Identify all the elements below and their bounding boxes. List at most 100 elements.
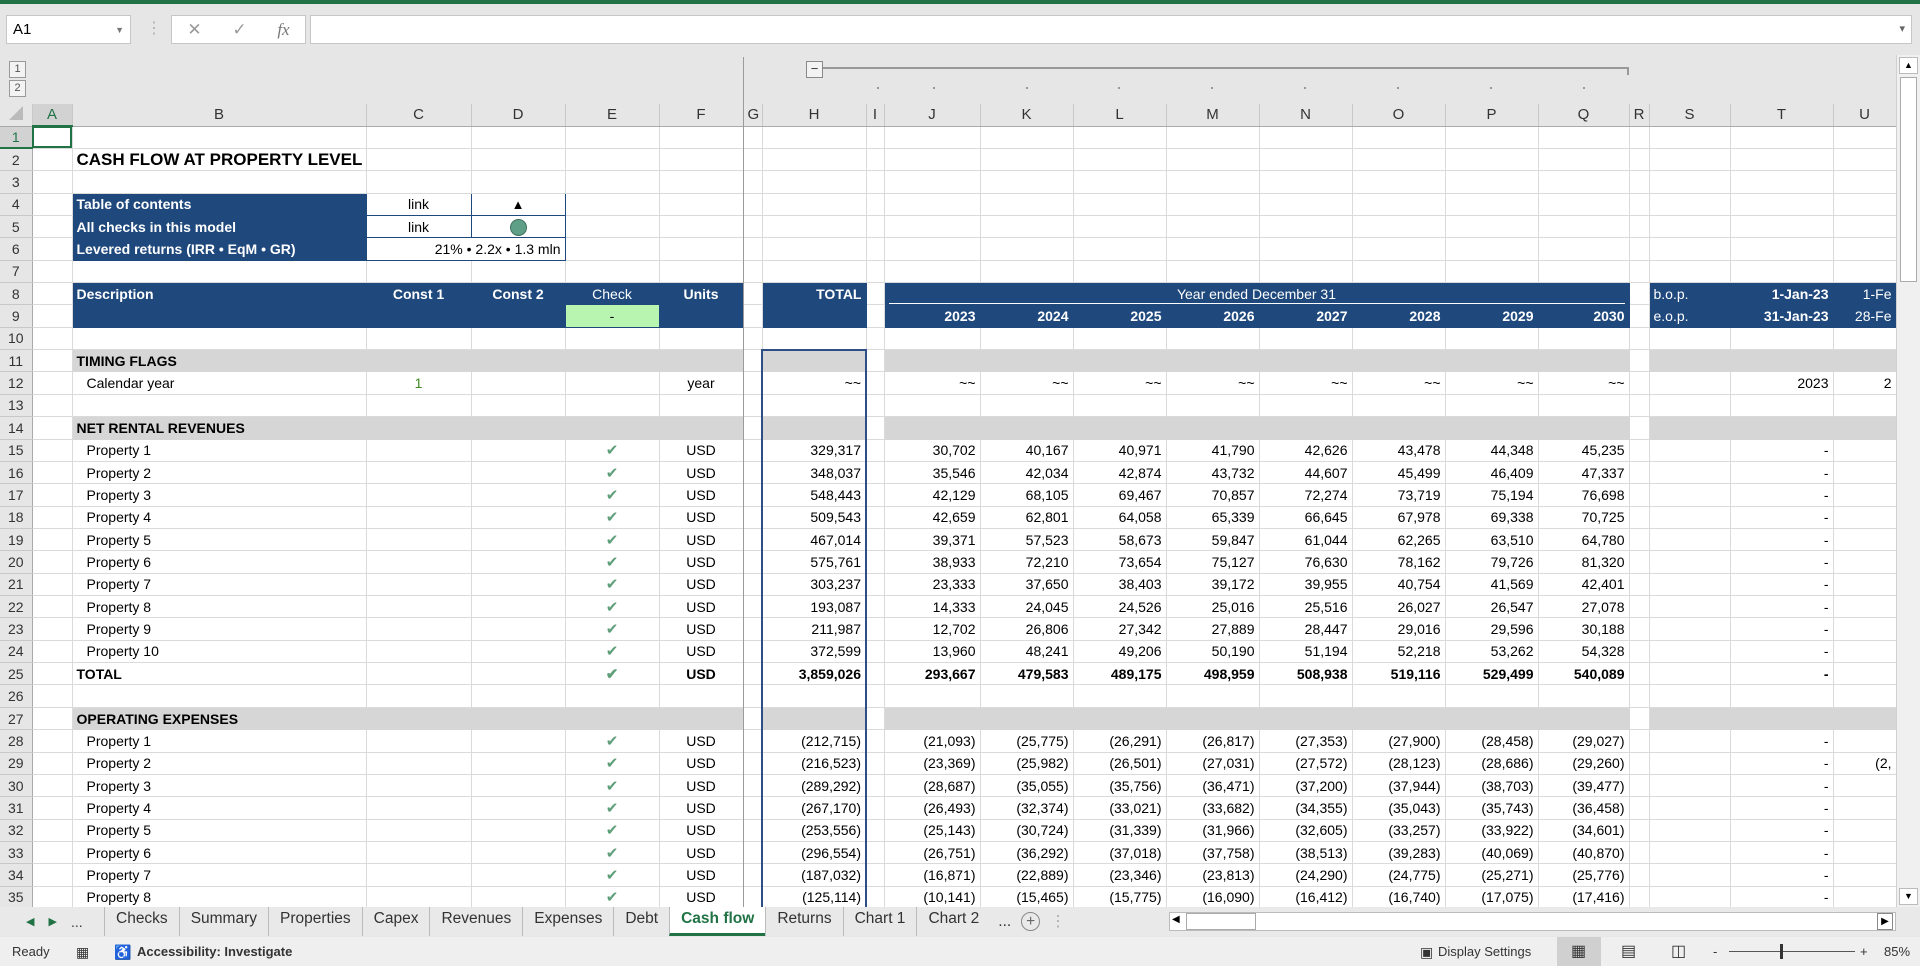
cell-I15[interactable]: [866, 439, 885, 462]
cell-P26[interactable]: [1445, 684, 1539, 708]
cell-H2[interactable]: [762, 148, 867, 172]
cell-A21[interactable]: [32, 573, 73, 597]
cell-B23[interactable]: Property 9: [72, 617, 367, 641]
sheet-tab-returns[interactable]: Returns: [765, 907, 842, 936]
cell-P11[interactable]: [1445, 349, 1539, 373]
cell-T5[interactable]: [1730, 215, 1834, 239]
row-header-32[interactable]: 32: [0, 819, 33, 843]
cell-N9[interactable]: 2027: [1259, 304, 1353, 328]
cell-U20[interactable]: [1833, 550, 1896, 574]
cell-H35[interactable]: (125,114): [761, 886, 867, 907]
cell-D20[interactable]: [471, 550, 566, 574]
cell-Q33[interactable]: (40,870): [1538, 841, 1630, 865]
cell-U25[interactable]: [1833, 662, 1896, 686]
cell-M7[interactable]: [1166, 260, 1260, 284]
cell-I1[interactable]: [866, 126, 885, 149]
add-sheet-button[interactable]: +: [1021, 912, 1041, 931]
cell-M30[interactable]: (36,471): [1166, 774, 1260, 798]
cell-K27[interactable]: [980, 707, 1074, 731]
row-header-1[interactable]: 1: [0, 126, 33, 150]
cell-O6[interactable]: [1352, 237, 1446, 261]
cell-T7[interactable]: [1730, 260, 1834, 284]
cell-R23[interactable]: [1629, 617, 1650, 641]
cell-S24[interactable]: [1649, 640, 1731, 664]
cell-H26[interactable]: [761, 684, 867, 708]
cell-U14[interactable]: [1833, 416, 1896, 440]
cell-B8[interactable]: Description: [72, 282, 367, 306]
cell-P9[interactable]: 2029: [1445, 304, 1539, 328]
column-header-N[interactable]: N: [1259, 104, 1353, 127]
cell-S30[interactable]: [1649, 774, 1731, 798]
cell-M26[interactable]: [1166, 684, 1260, 708]
cell-H20[interactable]: 575,761: [761, 550, 867, 574]
zoom-out-button[interactable]: -: [1713, 944, 1717, 959]
cell-E34[interactable]: ✔: [565, 863, 660, 887]
cell-K33[interactable]: (36,292): [980, 841, 1074, 865]
cell-P22[interactable]: 26,547: [1445, 595, 1539, 619]
accessibility-status[interactable]: Accessibility: Investigate: [137, 944, 292, 959]
cell-M2[interactable]: [1166, 148, 1260, 172]
cell-M24[interactable]: 50,190: [1166, 640, 1260, 664]
cell-M27[interactable]: [1166, 707, 1260, 731]
cell-L4[interactable]: [1073, 193, 1167, 216]
column-header-G[interactable]: G: [743, 104, 763, 127]
cell-R31[interactable]: [1629, 796, 1650, 820]
cell-P30[interactable]: (38,703): [1445, 774, 1539, 798]
cell-H19[interactable]: 467,014: [761, 528, 867, 552]
cell-G26[interactable]: [743, 684, 763, 708]
cell-P34[interactable]: (25,271): [1445, 863, 1539, 887]
cell-S13[interactable]: [1649, 394, 1731, 418]
cell-A19[interactable]: [32, 528, 73, 552]
cell-H27[interactable]: [761, 707, 867, 731]
cell-F15[interactable]: USD: [659, 439, 744, 462]
cell-S16[interactable]: [1649, 461, 1731, 485]
cell-E23[interactable]: ✔: [565, 617, 660, 641]
row-header-23[interactable]: 23: [0, 617, 33, 641]
cell-G23[interactable]: [743, 617, 763, 641]
sheet-tab-cash-flow[interactable]: Cash flow: [669, 907, 766, 936]
formula-input[interactable]: ▾: [310, 15, 1912, 44]
cell-T32[interactable]: -: [1730, 819, 1834, 843]
cell-N29[interactable]: (27,572): [1259, 752, 1353, 775]
cell-L18[interactable]: 64,058: [1073, 506, 1167, 529]
cell-J20[interactable]: 38,933: [884, 550, 981, 574]
sheet-tab-summary[interactable]: Summary: [178, 907, 268, 936]
cell-D28[interactable]: [471, 729, 566, 753]
cell-F8[interactable]: Units: [659, 282, 744, 306]
cell-T22[interactable]: -: [1730, 595, 1834, 619]
cell-M10[interactable]: [1166, 327, 1260, 351]
cell-J25[interactable]: 293,667: [884, 662, 981, 686]
cell-K35[interactable]: (15,465): [980, 886, 1074, 907]
cell-T20[interactable]: -: [1730, 550, 1834, 574]
cell-S10[interactable]: [1649, 327, 1731, 351]
sheet-tab-capex[interactable]: Capex: [361, 907, 430, 936]
cell-E6[interactable]: [565, 237, 660, 261]
cell-S21[interactable]: [1649, 573, 1731, 597]
cell-H24[interactable]: 372,599: [761, 640, 867, 664]
cell-B34[interactable]: Property 7: [72, 863, 367, 887]
cell-S33[interactable]: [1649, 841, 1731, 865]
cell-T28[interactable]: -: [1730, 729, 1834, 753]
cell-L22[interactable]: 24,526: [1073, 595, 1167, 619]
cell-N21[interactable]: 39,955: [1259, 573, 1353, 597]
cell-A14[interactable]: [32, 416, 73, 440]
cell-G15[interactable]: [743, 439, 763, 462]
cell-P23[interactable]: 29,596: [1445, 617, 1539, 641]
cell-Q22[interactable]: 27,078: [1538, 595, 1630, 619]
cell-P29[interactable]: (28,686): [1445, 752, 1539, 775]
cell-T2[interactable]: [1730, 148, 1834, 172]
cell-A5[interactable]: [32, 215, 73, 239]
cell-C5[interactable]: link: [366, 215, 472, 239]
cell-H30[interactable]: (289,292): [761, 774, 867, 798]
cell-O19[interactable]: 62,265: [1352, 528, 1446, 552]
cell-L7[interactable]: [1073, 260, 1167, 284]
cell-S1[interactable]: [1649, 126, 1731, 149]
column-header-A[interactable]: A: [32, 104, 73, 127]
cell-Q4[interactable]: [1538, 193, 1630, 216]
cell-N13[interactable]: [1259, 394, 1353, 418]
cell-S27[interactable]: [1649, 707, 1731, 731]
cell-I31[interactable]: [866, 796, 885, 820]
row-header-10[interactable]: 10: [0, 327, 33, 351]
cell-D16[interactable]: [471, 461, 566, 485]
cell-F5[interactable]: [659, 215, 744, 239]
